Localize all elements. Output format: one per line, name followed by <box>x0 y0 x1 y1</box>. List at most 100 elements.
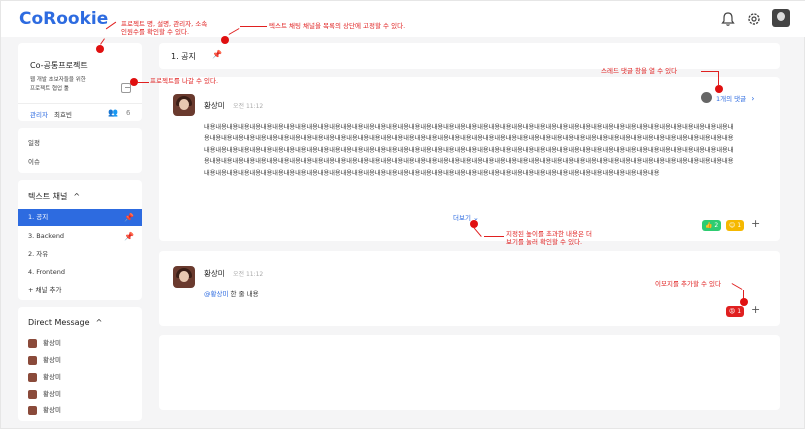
admin-name: 최효빈 <box>54 111 72 119</box>
channel-header: 1. 공지 📌 <box>159 43 780 69</box>
channel-item-frontend[interactable]: 4. Frontend <box>18 264 142 281</box>
empty-card <box>159 335 780 410</box>
dm-item[interactable]: 황상미 <box>28 354 61 366</box>
dm-item[interactable]: 황상미 <box>28 404 61 416</box>
reaction-count: 2 <box>714 222 719 229</box>
message-body: @황상미 한 줄 내용 <box>204 288 259 298</box>
annotation-dot <box>740 298 748 306</box>
channel-label: 4. Frontend <box>28 268 65 276</box>
annotation-line <box>137 82 149 83</box>
thread-replies-label: 1개의 댓글 <box>716 95 747 103</box>
channel-label: 1. 공지 <box>28 213 49 221</box>
channel-item-free[interactable]: 2. 자유 <box>18 246 142 263</box>
message-author[interactable]: 황상미 <box>204 100 225 111</box>
channel-label: 3. Backend <box>28 232 65 240</box>
chevron-right-icon: › <box>751 94 755 103</box>
channel-item-notice[interactable]: 1. 공지 📌 <box>18 209 142 226</box>
add-reaction-button[interactable]: + <box>751 217 760 230</box>
annotation-dot <box>96 45 104 53</box>
reaction-smile[interactable]: 😊 1 <box>726 220 745 231</box>
message-author[interactable]: 황상미 <box>204 268 225 279</box>
dm-name: 황상미 <box>43 406 61 414</box>
thread-replies-link[interactable]: 1개의 댓글 › <box>716 93 754 103</box>
author-avatar[interactable] <box>173 266 195 288</box>
add-channel-label: + 채널 추가 <box>28 286 62 294</box>
direct-messages-card: Direct Message ^ 황상미 황상미 황상미 황상미 황상미 <box>18 307 142 421</box>
direct-messages-title[interactable]: Direct Message ^ <box>28 318 102 327</box>
dm-name: 황상미 <box>43 373 61 381</box>
reaction-emoji: 😡 <box>729 308 736 315</box>
reaction-count: 1 <box>737 222 742 229</box>
text-channels-card: 텍스트 채널 ^ 1. 공지 📌 3. Backend 📌 2. 자유 4. Fr… <box>18 180 142 300</box>
admin-label: 관리자 <box>30 111 48 119</box>
annotation-dot <box>715 85 723 93</box>
text-channels-title-label: 텍스트 채널 <box>28 192 68 201</box>
dm-item[interactable]: 황상미 <box>28 388 61 400</box>
user-avatar[interactable] <box>772 9 790 27</box>
annotation-line: 프로젝트 명, 설명, 관리자, 소속 <box>121 20 208 28</box>
members-icon: 👥 <box>108 108 118 117</box>
annotation-line: 지정된 높이를 초과한 내용은 더 <box>506 230 593 238</box>
dm-name: 황상미 <box>43 356 61 364</box>
dm-name: 황상미 <box>43 339 61 347</box>
divider <box>18 103 142 104</box>
project-card: Co-공통프로젝트 웹 개발 초보자들을 위한 프로젝트 협업 툴 관리자 최효… <box>18 43 142 121</box>
annotation-more: 지정된 높이를 초과한 내용은 더 보기를 눌러 확인할 수 있다. <box>506 230 592 246</box>
mention-link[interactable]: @황상미 <box>204 290 228 298</box>
message-text: 한 줄 내용 <box>228 290 259 298</box>
message-time: 오전 11:12 <box>233 271 264 278</box>
dm-name: 황상미 <box>43 390 61 398</box>
annotation-line <box>240 26 267 27</box>
add-channel-button[interactable]: + 채널 추가 <box>18 282 142 299</box>
reaction-count: 1 <box>737 308 742 315</box>
avatar <box>28 338 37 348</box>
dm-item[interactable]: 황상미 <box>28 371 61 383</box>
annotation-line <box>718 71 719 85</box>
author-avatar[interactable] <box>173 94 195 116</box>
thread-avatar <box>701 92 712 103</box>
menu-item-schedule[interactable]: 일정 <box>28 137 40 147</box>
annotation-line <box>484 236 504 237</box>
more-label: 더보기 <box>453 214 471 222</box>
bell-icon[interactable] <box>719 10 737 28</box>
project-description-line1: 웹 개발 초보자들을 위한 <box>30 77 86 83</box>
text-channels-title[interactable]: 텍스트 채널 ^ <box>28 191 80 202</box>
reaction-emoji: 😊 <box>729 222 736 229</box>
leave-project-icon[interactable] <box>121 83 131 93</box>
dm-item[interactable]: 황상미 <box>28 337 61 349</box>
annotation-project-info: 프로젝트 명, 설명, 관리자, 소속 인원수를 확인할 수 있다. <box>121 20 207 36</box>
chevron-up-icon[interactable]: ^ <box>96 318 103 327</box>
project-name: Co-공통프로젝트 <box>30 61 88 70</box>
app-logo[interactable]: CoRookie <box>19 9 108 29</box>
annotation-line <box>701 71 718 72</box>
direct-messages-title-label: Direct Message <box>28 318 90 327</box>
channel-label: 2. 자유 <box>28 250 49 258</box>
member-count: 6 <box>126 109 131 117</box>
chevron-up-icon[interactable]: ^ <box>73 192 80 201</box>
reaction-emoji: 👍 <box>705 222 713 229</box>
avatar <box>28 355 37 365</box>
gear-icon[interactable] <box>745 10 763 28</box>
annotation-emoji: 이모지를 추가할 수 있다 <box>655 280 721 288</box>
add-reaction-button[interactable]: + <box>751 303 760 316</box>
avatar <box>28 405 37 415</box>
annotation-leave-project: 프로젝트를 나갈 수 있다. <box>150 77 219 85</box>
app-window: CoRookie Co-공통프로젝트 웹 개발 초보자들을 위한 프로젝트 협업… <box>0 0 805 429</box>
message-body: 내용내용내용내용내용내용내용내용내용내용내용내용내용내용내용내용내용내용내용내용… <box>204 124 734 177</box>
reaction-thumbs-up[interactable]: 👍 2 <box>702 220 722 231</box>
avatar <box>28 372 37 382</box>
channel-item-backend[interactable]: 3. Backend 📌 <box>18 228 142 245</box>
message-time: 오전 11:12 <box>233 103 264 110</box>
reaction-angry[interactable]: 😡 1 <box>726 306 745 317</box>
annotation-pin-channel: 텍스트 채팅 채널을 목록의 상단에 고정할 수 있다. <box>269 22 406 30</box>
project-description: 웹 개발 초보자들을 위한 프로젝트 협업 툴 <box>30 76 125 94</box>
channel-title: 1. 공지 <box>171 52 196 61</box>
pin-icon[interactable]: 📌 <box>124 228 134 245</box>
annotation-line: 보기를 눌러 확인할 수 있다. <box>506 238 583 246</box>
menu-item-issue[interactable]: 이슈 <box>28 156 40 166</box>
annotation-thread: 스레드 댓글 창을 열 수 있다 <box>601 67 678 75</box>
pin-icon[interactable]: 📌 <box>124 209 134 226</box>
menu-card: 일정 이슈 <box>18 128 142 173</box>
pin-icon[interactable]: 📌 <box>212 50 222 59</box>
annotation-line: 인원수를 확인할 수 있다. <box>121 28 190 36</box>
